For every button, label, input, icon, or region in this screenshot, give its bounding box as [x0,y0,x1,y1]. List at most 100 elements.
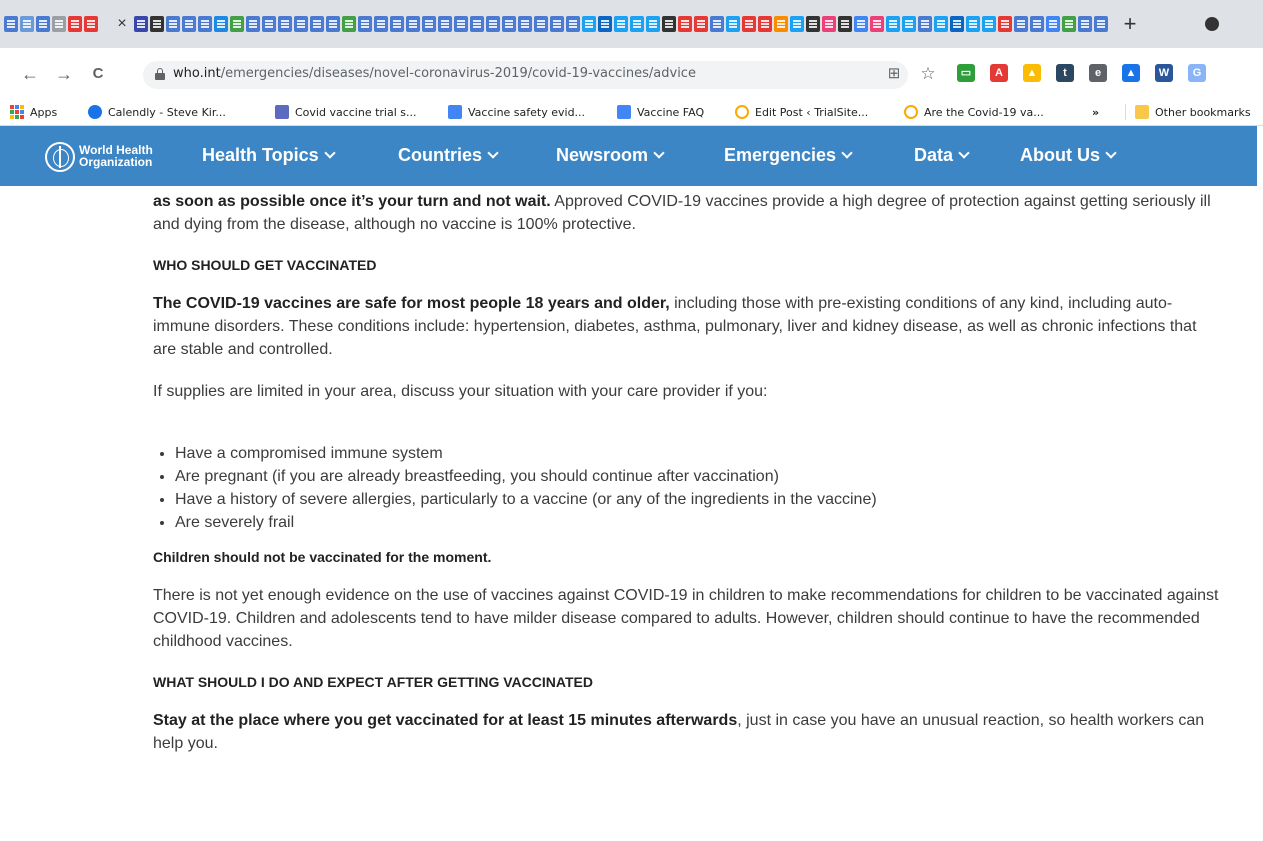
tab-search-icon[interactable] [1205,17,1219,31]
tab-favicon-icon[interactable] [374,16,388,32]
tab-favicon-icon[interactable] [982,16,996,32]
tab-favicon-icon[interactable] [1078,16,1092,32]
tab-favicon-icon[interactable] [68,16,82,32]
tab-favicon-icon[interactable] [534,16,548,32]
tab-favicon-icon[interactable] [214,16,228,32]
tab-favicon-icon[interactable] [1030,16,1044,32]
tab-favicon-icon[interactable] [294,16,308,32]
tab-favicon-icon[interactable] [966,16,980,32]
other-bookmarks[interactable]: Other bookmarks [1135,103,1251,121]
drive-alt-extension-icon[interactable]: ▲ [1122,64,1140,82]
tab-favicon-icon[interactable] [1014,16,1028,32]
tab-favicon-icon[interactable] [52,16,66,32]
tab-favicon-icon[interactable] [934,16,948,32]
tab-favicon-icon[interactable] [646,16,660,32]
tab-favicon-icon[interactable] [870,16,884,32]
tab-favicon-icon[interactable] [518,16,532,32]
nav-newsroom[interactable]: Newsroom [556,145,665,166]
tab-favicon-icon[interactable] [342,16,356,32]
tab-favicon-icon[interactable] [134,16,148,32]
bookmark-calendly[interactable]: Calendly - Steve Kir... [88,103,226,121]
tab-favicon-icon[interactable] [1094,16,1108,32]
bookmark-covid-trial[interactable]: Covid vaccine trial s... [275,103,417,121]
tab-favicon-icon[interactable] [822,16,836,32]
bookmark-apps[interactable]: Apps [10,103,57,121]
tab-favicon-icon[interactable] [758,16,772,32]
tumblr-extension-icon[interactable]: t [1056,64,1074,82]
tab-favicon-icon[interactable] [790,16,804,32]
address-url[interactable]: who.int/emergencies/diseases/novel-coron… [173,66,696,81]
acrobat-extension-icon[interactable]: A [990,64,1008,82]
tab-favicon-icon[interactable] [198,16,212,32]
bookmark-star-icon[interactable]: ☆ [920,65,936,82]
tab-favicon-icon[interactable] [550,16,564,32]
tab-favicon-icon[interactable] [246,16,260,32]
tab-favicon-icon[interactable] [84,16,98,32]
tab-favicon-icon[interactable] [1046,16,1060,32]
bookmark-are-the-covid[interactable]: Are the Covid-19 va... [904,103,1044,121]
qr-code-icon[interactable]: ⊞ [886,66,902,82]
nav-health-topics[interactable]: Health Topics [202,145,336,166]
tab-favicon-icon[interactable] [438,16,452,32]
tab-favicon-icon[interactable] [422,16,436,32]
tab-favicon-icon[interactable] [278,16,292,32]
tab-favicon-icon[interactable] [886,16,900,32]
tab-favicon-icon[interactable] [838,16,852,32]
tab-favicon-icon[interactable] [918,16,932,32]
tab-favicon-icon[interactable] [358,16,372,32]
tab-favicon-icon[interactable] [326,16,340,32]
tab-favicon-icon[interactable] [390,16,404,32]
zoom-extension-icon[interactable]: ▭ [957,64,975,82]
tab-favicon-icon[interactable] [662,16,676,32]
tab-favicon-icon[interactable] [694,16,708,32]
evernote-extension-icon[interactable]: e [1089,64,1107,82]
tab-favicon-icon[interactable] [710,16,724,32]
new-tab-button[interactable]: + [1118,12,1142,36]
tab-favicon-icon[interactable] [630,16,644,32]
reload-icon[interactable]: C [88,62,108,86]
tab-favicon-icon[interactable] [582,16,596,32]
tab-favicon-icon[interactable] [406,16,420,32]
tab-favicon-icon[interactable] [950,16,964,32]
translate-extension-icon[interactable]: G [1188,64,1206,82]
tab-favicon-icon[interactable] [20,16,34,32]
tab-favicon-icon[interactable] [998,16,1012,32]
tab-favicon-icon[interactable] [4,16,18,32]
tab-favicon-icon[interactable] [774,16,788,32]
tab-favicon-icon[interactable] [182,16,196,32]
tab-favicon-icon[interactable] [806,16,820,32]
bookmarks-overflow-button[interactable]: » [1092,103,1099,121]
lock-icon[interactable] [155,68,165,81]
tab-favicon-icon[interactable] [150,16,164,32]
tab-favicon-icon[interactable] [726,16,740,32]
tab-favicon-icon[interactable] [454,16,468,32]
tab-favicon-icon[interactable] [310,16,324,32]
nav-data[interactable]: Data [914,145,970,166]
tab-favicon-icon[interactable] [854,16,868,32]
forward-icon[interactable]: → [54,62,74,86]
tab-favicon-icon[interactable] [502,16,516,32]
tab-favicon-icon[interactable] [230,16,244,32]
nav-emergencies[interactable]: Emergencies [724,145,853,166]
tab-favicon-icon[interactable] [614,16,628,32]
tab-favicon-icon[interactable] [166,16,180,32]
nav-about-us[interactable]: About Us [1020,145,1117,166]
tab-favicon-icon[interactable] [742,16,756,32]
tab-favicon-icon[interactable] [36,16,50,32]
word-extension-icon[interactable]: W [1155,64,1173,82]
tab-favicon-icon[interactable] [1062,16,1076,32]
drive-extension-icon[interactable]: ▲ [1023,64,1041,82]
who-logo-text[interactable]: World Health Organization [79,144,179,168]
back-icon[interactable]: ← [20,62,40,86]
tab-favicon-icon[interactable] [598,16,612,32]
bookmark-edit-post[interactable]: Edit Post ‹ TrialSite... [735,103,868,121]
tab-favicon-icon[interactable] [678,16,692,32]
nav-countries[interactable]: Countries [398,145,499,166]
tab-favicon-icon[interactable] [486,16,500,32]
tab-favicon-icon[interactable] [262,16,276,32]
tab-favicon-icon[interactable] [566,16,580,32]
tab-favicon-icon[interactable] [902,16,916,32]
tab-favicon-icon[interactable] [470,16,484,32]
bookmark-vaccine-faq[interactable]: Vaccine FAQ [617,103,704,121]
close-tab-icon[interactable]: × [112,14,132,34]
